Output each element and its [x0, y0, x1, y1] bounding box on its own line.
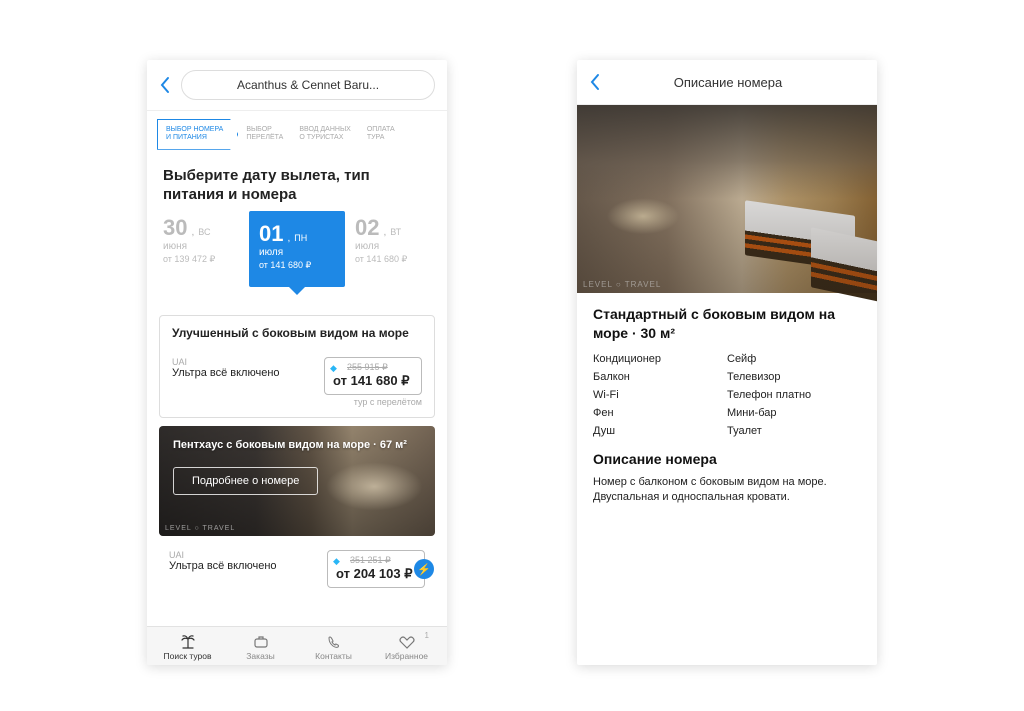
amenity: Балкон: [593, 371, 727, 383]
old-price: 255 915 ₽: [347, 362, 413, 373]
tab-contacts[interactable]: Контакты: [297, 633, 370, 661]
date-month: июня: [163, 241, 239, 252]
meal-code: UAI: [169, 550, 277, 560]
date-month: июля: [355, 241, 431, 252]
old-price: 351 251 ₽: [350, 555, 416, 566]
step-tourists[interactable]: ВВОД ДАННЫХ О ТУРИСТАХ: [291, 120, 358, 149]
room-title: Улучшенный с боковым видом на море: [160, 316, 434, 350]
step-flight[interactable]: ВЫБОР ПЕРЕЛЁТА: [238, 120, 291, 149]
amenity: Туалет: [727, 425, 861, 437]
date-price: от 141 680 ₽: [259, 260, 335, 271]
phone-icon: [297, 633, 370, 651]
room-photo[interactable]: LEVEL ○ TRAVEL: [577, 105, 877, 293]
amenities-grid: Кондиционер Сейф Балкон Телевизор Wi-Fi …: [593, 353, 861, 437]
date-option-selected[interactable]: 01, ПН июля от 141 680 ₽: [249, 211, 345, 287]
tab-favorites[interactable]: 1 Избранное: [370, 633, 443, 661]
description-heading: Описание номера: [593, 451, 861, 467]
date-price: от 141 680 ₽: [355, 254, 431, 265]
header: Описание номера: [577, 60, 877, 105]
amenity: Мини-бар: [727, 407, 861, 419]
watermark: LEVEL ○ TRAVEL: [165, 525, 235, 532]
penthouse-card[interactable]: Пентхаус с боковым видом на море · 67 м²…: [159, 426, 435, 536]
booking-steps: ВЫБОР НОМЕРА И ПИТАНИЯ ВЫБОР ПЕРЕЛЁТА ВВ…: [147, 111, 447, 158]
offer-note: тур с перелётом: [160, 397, 434, 417]
date-price: от 139 472 ₽: [163, 254, 239, 265]
date-day: 02: [355, 215, 379, 241]
date-picker: 30, ВС июня от 139 472 ₽ 01, ПН июля от …: [147, 215, 447, 297]
room-details-button[interactable]: Подробнее о номере: [173, 467, 318, 495]
current-price: от 141 680 ₽: [333, 373, 413, 389]
date-option[interactable]: 02, ВТ июля от 141 680 ₽: [355, 215, 431, 265]
tab-label: Избранное: [370, 651, 443, 661]
heart-icon: [370, 633, 443, 651]
penthouse-title: Пентхаус с боковым видом на море · 67 м²: [159, 426, 435, 456]
offer-meal: UAI Ультра всё включено: [169, 550, 277, 572]
amenity: Душ: [593, 425, 727, 437]
tab-bar: Поиск туров Заказы Контакты 1 Избранное: [147, 626, 447, 665]
back-icon[interactable]: [589, 72, 603, 92]
bolt-icon: ⚡: [414, 559, 434, 579]
date-day: 01: [259, 221, 283, 247]
description-text: Номер с балконом с боковым видом на море…: [593, 475, 861, 506]
price-box[interactable]: ◆ 351 251 ₽ от 204 103 ₽ ⚡: [327, 550, 425, 588]
room-title-text: Стандартный с боковым видом на море · 30…: [593, 306, 835, 341]
room-details: Стандартный с боковым видом на море · 30…: [577, 293, 877, 518]
tab-label: Заказы: [224, 651, 297, 661]
briefcase-icon: [224, 633, 297, 651]
diamond-icon: ◆: [330, 363, 337, 374]
meal-desc: Ультра всё включено: [169, 560, 277, 572]
diamond-icon: ◆: [333, 556, 340, 567]
favorites-badge: 1: [425, 631, 429, 640]
date-weekday: ВС: [198, 227, 210, 237]
back-icon[interactable]: [159, 75, 173, 95]
offer-meal: UAI Ультра всё включено: [172, 357, 280, 379]
section-heading: Выберите дату вылета, тип питания и номе…: [147, 158, 447, 215]
amenity: Телевизор: [727, 371, 861, 383]
date-weekday: ПН: [294, 233, 307, 243]
palm-icon: [151, 633, 224, 651]
page-title: Описание номера: [603, 75, 853, 90]
amenity: Wi-Fi: [593, 389, 727, 401]
current-price: от 204 103 ₽: [336, 566, 416, 582]
offer-row: UAI Ультра всё включено ◆ 351 251 ₽ от 2…: [147, 544, 447, 588]
offer-row: UAI Ультра всё включено ◆ 255 915 ₽ от 1…: [160, 349, 434, 397]
amenity: Сейф: [727, 353, 861, 365]
room-title: Стандартный с боковым видом на море · 30…: [593, 305, 861, 343]
tab-label: Поиск туров: [151, 651, 224, 661]
date-month: июля: [259, 247, 335, 258]
watermark: LEVEL ○ TRAVEL: [583, 280, 661, 289]
date-weekday: ВТ: [390, 227, 401, 237]
date-option[interactable]: 30, ВС июня от 139 472 ₽: [163, 215, 239, 265]
meal-desc: Ультра всё включено: [172, 367, 280, 379]
room-card: Улучшенный с боковым видом на море UAI У…: [159, 315, 435, 419]
tab-search[interactable]: Поиск туров: [151, 633, 224, 661]
header: Acanthus & Cennet Baru...: [147, 60, 447, 111]
screen-booking: Acanthus & Cennet Baru... ВЫБОР НОМЕРА И…: [147, 60, 447, 665]
price-box[interactable]: ◆ 255 915 ₽ от 141 680 ₽: [324, 357, 422, 395]
amenity: Телефон платно: [727, 389, 861, 401]
screen-room-details: Описание номера LEVEL ○ TRAVEL Стандартн…: [577, 60, 877, 665]
step-room[interactable]: ВЫБОР НОМЕРА И ПИТАНИЯ: [157, 119, 238, 150]
date-day: 30: [163, 215, 187, 241]
hotel-title-pill[interactable]: Acanthus & Cennet Baru...: [181, 70, 435, 100]
amenity: Фен: [593, 407, 727, 419]
step-payment[interactable]: ОПЛАТА ТУРА: [359, 120, 403, 149]
tab-label: Контакты: [297, 651, 370, 661]
meal-code: UAI: [172, 357, 280, 367]
amenity: Кондиционер: [593, 353, 727, 365]
tab-orders[interactable]: Заказы: [224, 633, 297, 661]
